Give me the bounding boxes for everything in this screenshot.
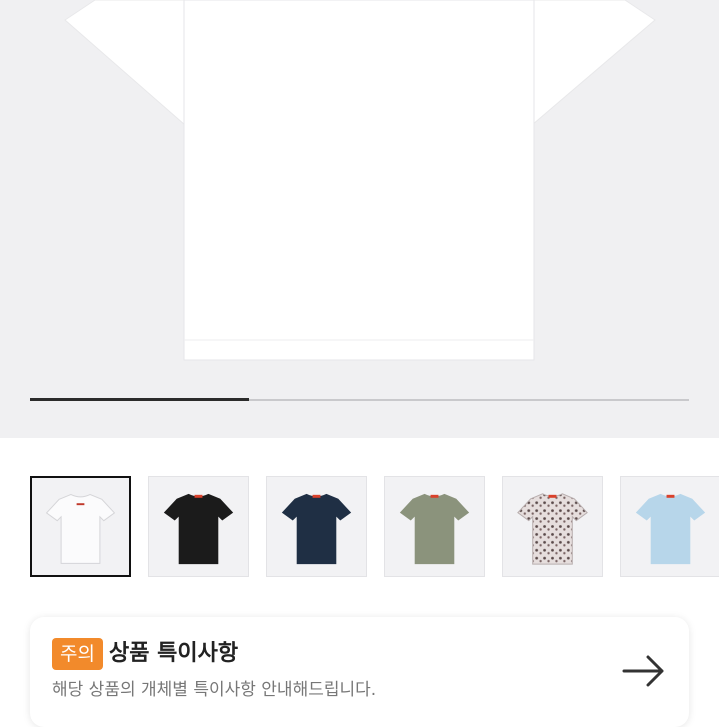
- product-notice-card[interactable]: 주의 상품 특이사항 해당 상품의 개체별 특이사항 안내해드립니다.: [30, 617, 689, 727]
- tshirt-pattern-image: [517, 493, 588, 565]
- gallery-progress-track: [30, 398, 689, 401]
- thumbnail-light-blue[interactable]: [620, 476, 719, 577]
- thumbnail-black[interactable]: [148, 476, 249, 577]
- tshirt-navy-image: [281, 493, 352, 565]
- tshirt-olive-image: [399, 493, 470, 565]
- thumbnail-olive[interactable]: [384, 476, 485, 577]
- thumbnail-white[interactable]: [30, 476, 131, 577]
- arrow-right-icon[interactable]: [620, 647, 668, 695]
- caution-badge: 주의: [52, 638, 103, 670]
- notice-title: 상품 특이사항: [109, 641, 239, 666]
- notice-subtitle: 해당 상품의 개체별 특이사항 안내해드립니다.: [52, 680, 377, 700]
- thumbnail-navy[interactable]: [266, 476, 367, 577]
- tshirt-light-blue-image: [635, 493, 706, 565]
- tshirt-white-image: [45, 493, 116, 564]
- thumbnail-pattern[interactable]: [502, 476, 603, 577]
- product-main-image: [64, 0, 656, 361]
- product-image-area[interactable]: [0, 0, 719, 438]
- tshirt-black-image: [163, 493, 234, 565]
- thumbnail-strip[interactable]: [30, 476, 719, 580]
- gallery-progress-fill: [30, 398, 250, 401]
